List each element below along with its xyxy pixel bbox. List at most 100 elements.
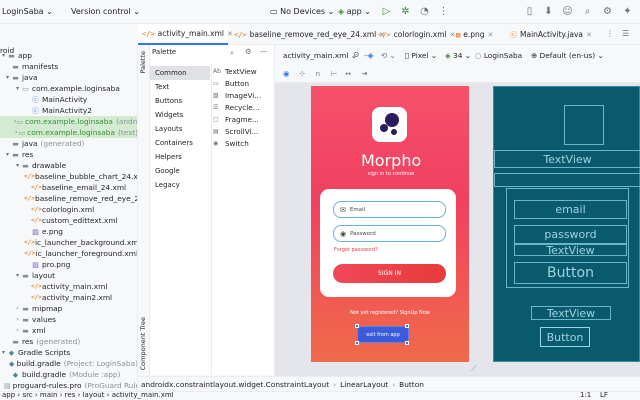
cursor-position[interactable]: 1:1 (580, 392, 591, 399)
locale-selector[interactable]: ⊕ Default (en-us) ⌄ (531, 51, 604, 60)
tree-item[interactable]: </> activity_main2.xml (0, 292, 137, 303)
tree-item[interactable]: </> activity_main.xml (0, 281, 137, 292)
search-icon[interactable]: ⌕ (582, 6, 593, 17)
palette-category[interactable]: Google (150, 164, 210, 178)
chevron-icon[interactable]: ▾ (0, 349, 7, 356)
tree-item[interactable]: ▾ ▬ app (0, 50, 137, 61)
chevron-icon[interactable]: ▾ (4, 74, 11, 81)
blueprint-forgot[interactable]: TextView (514, 244, 627, 256)
tree-item[interactable]: ⓒ MainActivity2 (0, 105, 137, 116)
close-icon[interactable]: ✕ (488, 31, 494, 39)
align-icon[interactable]: ⇥ (361, 69, 367, 78)
run-icon[interactable]: ▷ (381, 6, 392, 17)
ai-assistant-icon[interactable]: ✦ (622, 6, 633, 17)
component-tree-tool-tab[interactable]: Component Tree (139, 317, 147, 370)
palette-category[interactable]: Legacy (150, 178, 210, 192)
autoconnect-icon[interactable]: ∩ (315, 69, 320, 78)
palette-item[interactable]: ▭ Button (213, 77, 249, 89)
palette-item[interactable]: ▤ ScrollVi... (213, 125, 258, 137)
gear-icon[interactable]: ⚙ (353, 50, 360, 59)
profile-icon[interactable]: ◔ (419, 6, 430, 17)
view-options-icon[interactable]: ◉ (283, 69, 289, 78)
theme-selector[interactable]: ◌ LoginSaba (475, 51, 522, 60)
orientation-icon[interactable]: ⟲ ⌄ (381, 51, 396, 60)
palette-item[interactable]: ☰ Recycle... (213, 101, 260, 113)
tree-item[interactable]: ▾ ▭ com.example.loginsaba (0, 83, 137, 94)
tree-item[interactable]: ◆ build.gradle (Project: LoginSaba) (0, 358, 137, 369)
breadcrumb-linearlayout[interactable]: LinearLayout (340, 380, 388, 389)
tree-item[interactable]: ▨ pro.png (0, 259, 137, 270)
palette-category[interactable]: Helpers (150, 150, 210, 164)
email-field[interactable]: ✉ Email (333, 201, 446, 218)
chevron-icon[interactable]: › (14, 305, 21, 312)
tab-activity-main[interactable]: </> activity_main.xml ✕ (138, 24, 233, 45)
tree-item[interactable]: ▾ ▬ drawable (0, 160, 137, 171)
expand-icon[interactable]: ↔ (345, 69, 351, 78)
settings-icon[interactable]: ⚙ (602, 6, 613, 17)
chevron-icon[interactable]: ▾ (14, 85, 21, 92)
tree-item[interactable]: ◆ build.gradle (Module :app) (0, 369, 137, 380)
tree-item[interactable]: ▬ res (generated) (0, 336, 137, 347)
tree-item[interactable]: </>baseline_remove_red_eye_24.xml (0, 193, 137, 204)
tab-mainactivity[interactable]: ⓒ MainActivity.java ✕ (506, 24, 598, 45)
sdk-manager-icon[interactable]: ⬇ (543, 6, 554, 17)
resize-handle[interactable] (355, 341, 359, 345)
tree-item[interactable]: › ▬ mipmap (0, 303, 137, 314)
project-switcher[interactable]: LoginSaba ⌄ (2, 7, 53, 16)
resize-handle[interactable] (405, 324, 409, 328)
api-level-selector[interactable]: ◈ 34 ⌄ (445, 51, 471, 60)
tree-item[interactable]: </> baseline_bubble_chart_24.xml (0, 171, 137, 182)
tree-item[interactable]: › ▭ com.example.loginsaba (test) (0, 127, 137, 138)
tree-item[interactable]: </> custom_edittext.xml (0, 215, 137, 226)
design-surface-icon[interactable]: ◈ (365, 51, 374, 60)
notifications-icon[interactable]: ☺ (562, 6, 573, 17)
tree-item[interactable]: ▤ proguard-rules.pro (ProGuard Rule (0, 380, 137, 391)
exit-button[interactable]: exit from app (357, 326, 409, 343)
palette-item[interactable]: Ab TextView (213, 65, 257, 77)
tab-baseline-remove-red-eye[interactable]: </> baseline_remove_red_eye_24.xml ✕ (230, 24, 385, 45)
chevron-icon[interactable]: › (14, 327, 21, 334)
palette-category[interactable]: Widgets (150, 108, 210, 122)
signup-link[interactable]: Not yet registered? SignUp Now (330, 310, 450, 316)
show-constraints-icon[interactable]: ⊹ (299, 69, 305, 78)
tree-item[interactable]: ▬ manifests (0, 61, 137, 72)
resize-corner-icon[interactable]: ⟋ (471, 364, 477, 374)
resize-handle[interactable] (405, 341, 409, 345)
blueprint-email[interactable]: email (514, 200, 627, 219)
palette-item[interactable]: ▨ ImageVi... (213, 89, 261, 101)
palette-item[interactable]: ◉ Switch (213, 137, 249, 149)
device-selector[interactable]: ▯ Pixel ⌄ (405, 51, 437, 60)
tree-item[interactable]: </> colorlogin.xml (0, 204, 137, 215)
blueprint-subtitle[interactable] (494, 173, 640, 187)
palette-category[interactable]: Layouts (150, 122, 210, 136)
tree-item[interactable]: ›▭com.example.loginsaba(android (0, 116, 137, 127)
palette-tool-tab[interactable]: Palette (139, 51, 147, 74)
tabs-more-icon[interactable]: ⋮ (606, 29, 614, 38)
tree-item[interactable]: </> ic_launcher_background.xml (0, 237, 137, 248)
line-separator[interactable]: LF (600, 392, 608, 399)
blueprint-view[interactable]: TextView email password TextView Button … (493, 86, 640, 362)
tree-item[interactable]: </> baseline_email_24.xml (0, 182, 137, 193)
blueprint-exit[interactable]: Button (540, 327, 590, 347)
sign-in-button[interactable]: SIGN IN (333, 264, 446, 283)
view-mode-icon[interactable]: ☰ (622, 29, 629, 38)
chevron-icon[interactable]: ▾ (14, 272, 21, 279)
tree-item[interactable]: ▾ ▬ res (0, 149, 137, 160)
blueprint-password[interactable]: password (514, 225, 627, 244)
tree-item[interactable]: ▾ ◆ Gradle Scripts (0, 347, 137, 358)
tree-item[interactable]: </> ic_launcher_foreground.xml (0, 248, 137, 259)
layout-file-selector[interactable]: activity_main.xml ⌄ (283, 51, 357, 60)
chevron-icon[interactable]: ▾ (4, 151, 11, 158)
debug-icon[interactable]: ✲ (400, 6, 411, 17)
default-margins-icon[interactable]: ⊢ (331, 69, 337, 78)
palette-item[interactable]: ▢ Fragme... (213, 113, 259, 125)
palette-category[interactable]: Text (150, 80, 210, 94)
blueprint-textview[interactable]: TextView (494, 150, 640, 168)
chevron-icon[interactable]: › (14, 316, 21, 323)
tree-item[interactable]: › ▬ xml (0, 325, 137, 336)
tree-item[interactable]: ▬ java (generated) (0, 138, 137, 149)
device-manager-icon[interactable]: ▯ (524, 6, 535, 17)
tab-colorlogin[interactable]: </> colorlogin.xml ✕ (374, 24, 455, 45)
palette-category[interactable]: Common (150, 66, 210, 80)
palette-category[interactable]: Containers (150, 136, 210, 150)
